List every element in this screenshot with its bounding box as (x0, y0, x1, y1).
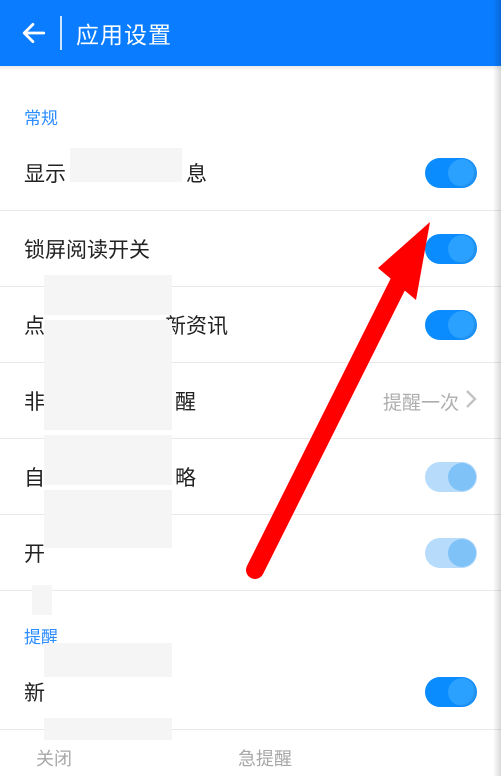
footer-right: 急提醒 (238, 745, 292, 771)
switch-auto-strategy[interactable] (425, 462, 477, 492)
header-divider (60, 16, 62, 50)
page-title: 应用设置 (76, 16, 172, 50)
redaction-box (32, 585, 52, 615)
app-screen: 应用设置 常规 显示息 锁屏阅读开关 点新资讯 非醒 (0, 0, 501, 776)
back-button[interactable] (14, 13, 54, 53)
redaction-box (44, 275, 172, 315)
row-nonwifi-right: 提醒一次 (383, 388, 477, 415)
redaction-box (44, 490, 172, 548)
switch-open-x[interactable] (425, 538, 477, 568)
redaction-box (70, 148, 182, 182)
row-open-x-label: 开 (24, 538, 45, 568)
row-lockscreen-label: 锁屏阅读开关 (24, 234, 150, 264)
header-bar: 应用设置 (0, 0, 501, 66)
footer-left: 关闭 (36, 745, 72, 771)
section-general-label: 常规 (0, 94, 501, 135)
chevron-right-icon (465, 389, 477, 414)
row-nonwifi-value: 提醒一次 (383, 388, 459, 415)
footer-tabs: 关闭 急提醒 (0, 740, 501, 776)
row-new-1-label: 新 (24, 677, 45, 707)
switch-show-msg[interactable] (425, 158, 477, 188)
arrow-left-icon (21, 20, 47, 46)
redaction-box (44, 320, 172, 430)
redaction-box (44, 643, 172, 677)
redaction-box (44, 435, 172, 485)
switch-news[interactable] (425, 310, 477, 340)
switch-lockscreen[interactable] (425, 234, 477, 264)
switch-new-1[interactable] (425, 677, 477, 707)
